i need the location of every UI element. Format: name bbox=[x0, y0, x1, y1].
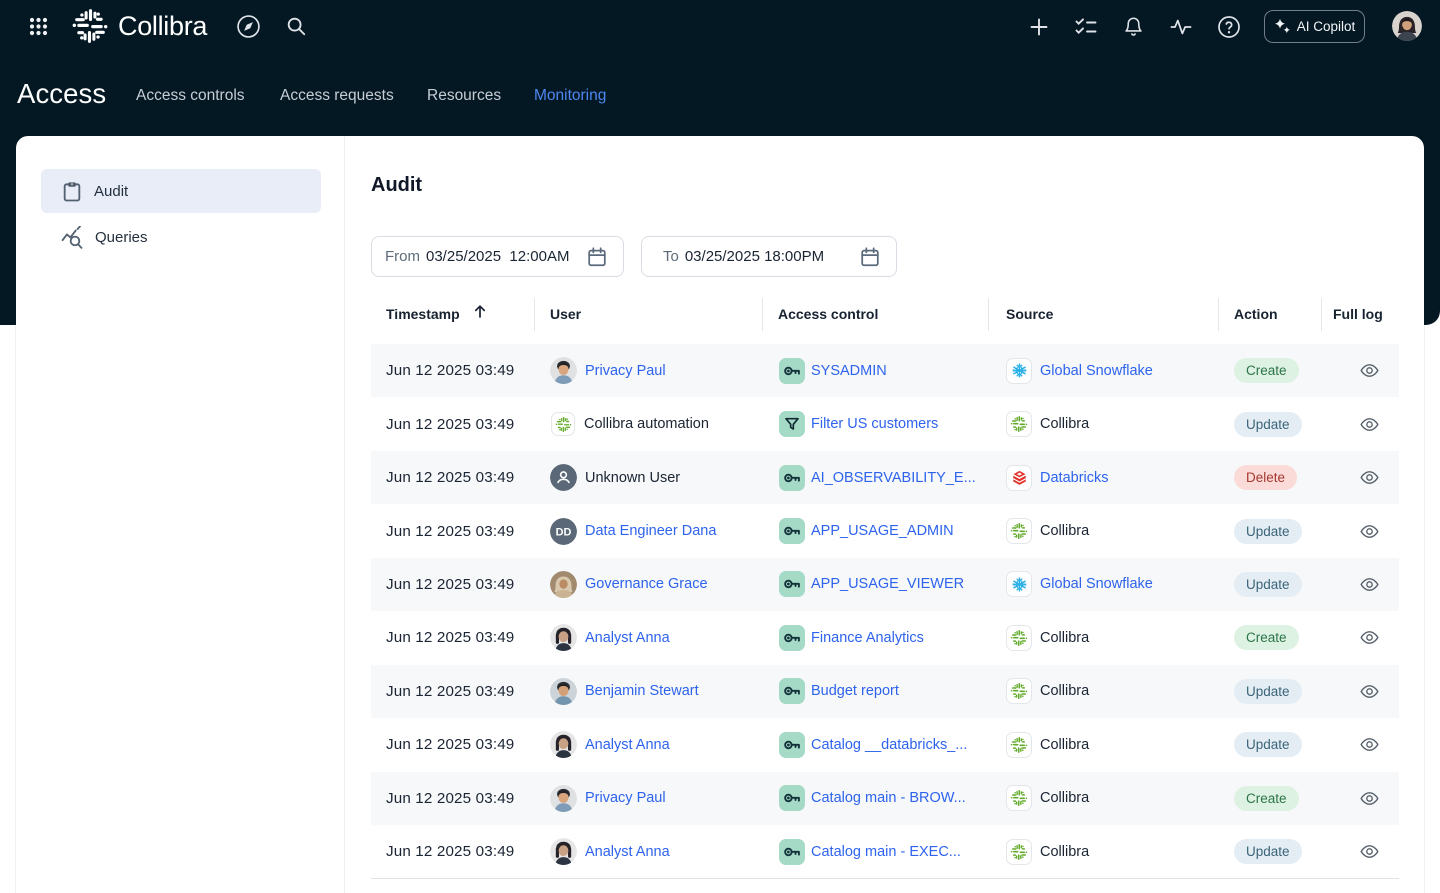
svg-text:DD: DD bbox=[556, 526, 572, 538]
